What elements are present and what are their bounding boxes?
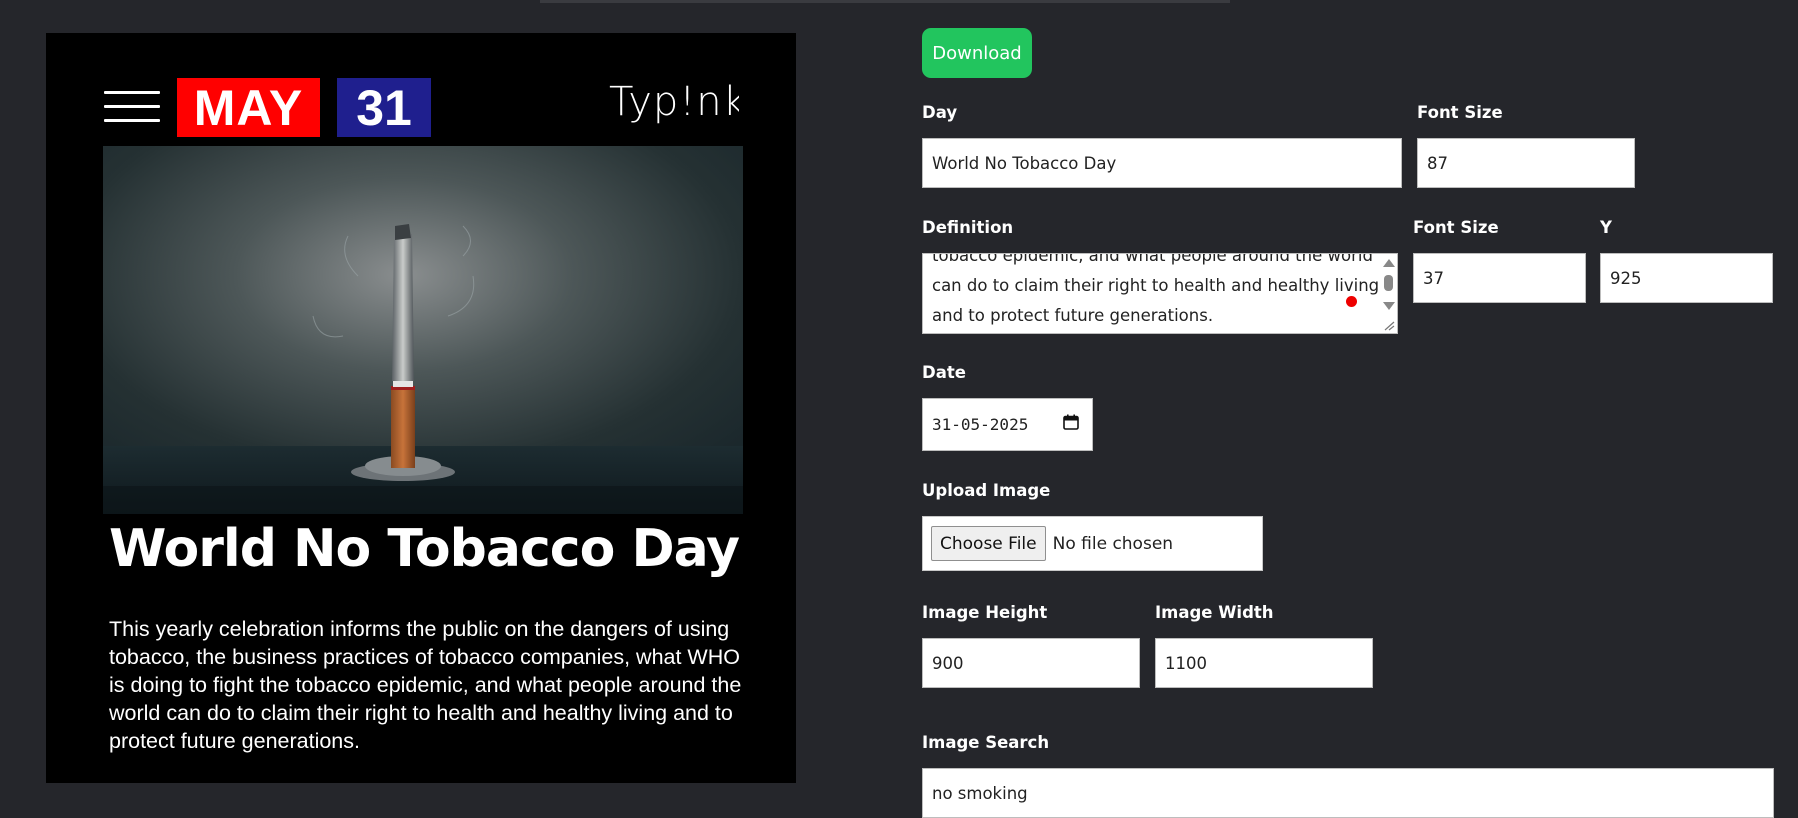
cursor-indicator (1346, 296, 1357, 307)
scroll-thumb[interactable] (1384, 275, 1393, 291)
definition-line: tobacco epidemic, and what people around… (932, 253, 1373, 265)
definition-y-label: Y (1600, 218, 1612, 237)
definition-y-input[interactable]: 925 (1600, 253, 1773, 303)
date-label: Date (922, 363, 966, 382)
calendar-icon[interactable] (1063, 414, 1079, 430)
scroll-up-arrow-icon[interactable] (1383, 259, 1395, 267)
cigarette-photo (103, 146, 743, 514)
resize-handle-icon[interactable] (1383, 321, 1395, 331)
definition-textarea[interactable]: tobacco epidemic, and what people around… (922, 253, 1398, 334)
definition-label: Definition (922, 218, 1014, 237)
image-search-label: Image Search (922, 733, 1050, 752)
definition-font-size-label: Font Size (1413, 218, 1499, 237)
image-width-input[interactable]: 1100 (1155, 638, 1373, 688)
download-button[interactable]: Download (922, 28, 1032, 78)
top-divider (540, 0, 1230, 3)
scroll-down-arrow-icon[interactable] (1383, 302, 1395, 310)
hamburger-menu-icon (104, 91, 160, 125)
upload-image-label: Upload Image (922, 481, 1051, 500)
day-font-size-input[interactable]: 87 (1417, 138, 1635, 188)
month-badge: MAY (177, 78, 320, 137)
date-value: 31-05-2025 (932, 415, 1029, 434)
poster-title: World No Tobacco Day (109, 519, 740, 579)
day-input[interactable]: World No Tobacco Day (922, 138, 1402, 188)
day-font-size-label: Font Size (1417, 103, 1503, 122)
image-width-label: Image Width (1155, 603, 1274, 622)
day-badge: 31 (337, 78, 431, 137)
day-label: Day (922, 103, 958, 122)
image-search-input[interactable]: no smoking (922, 768, 1774, 818)
file-upload-field[interactable]: Choose File No file chosen (922, 516, 1263, 571)
image-height-input[interactable]: 900 (922, 638, 1140, 688)
poster-preview: MAY 31 Typ!nks (46, 33, 796, 783)
svg-text:Typ!nks: Typ!nks (609, 79, 739, 125)
definition-line: can do to claim their right to health an… (932, 276, 1380, 295)
file-status-text: No file chosen (1052, 533, 1174, 554)
definition-line: and to protect future generations. (932, 306, 1214, 325)
date-input[interactable]: 31-05-2025 (922, 398, 1093, 451)
poster-definition: This yearly celebration informs the publ… (109, 617, 742, 753)
choose-file-button[interactable]: Choose File (931, 526, 1046, 561)
definition-font-size-input[interactable]: 37 (1413, 253, 1586, 303)
image-height-label: Image Height (922, 603, 1048, 622)
